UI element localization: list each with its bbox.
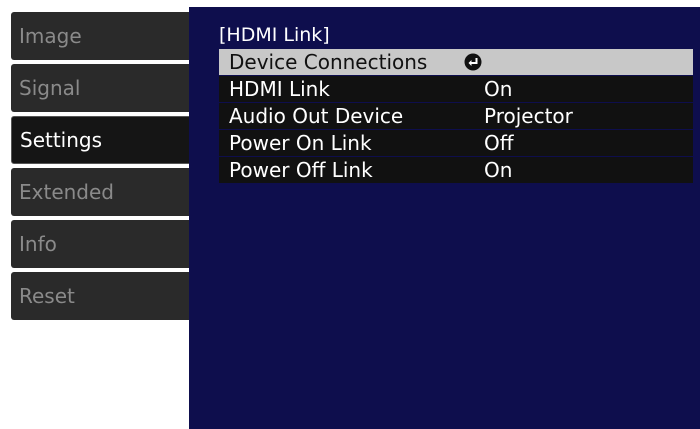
menu-row-value: Projector: [484, 104, 573, 128]
menu-row-label: Power Off Link: [229, 158, 373, 182]
menu-row-value: Off: [484, 131, 514, 155]
menu-row-value: On: [484, 158, 513, 182]
menu-row-label: Audio Out Device: [229, 104, 404, 128]
menu-list: Device Connections HDMI Link On Audio Ou…: [219, 49, 693, 184]
nav-item-extended[interactable]: Extended: [11, 168, 189, 216]
menu-row-device-connections[interactable]: Device Connections: [219, 49, 693, 76]
menu-row-label: Power On Link: [229, 131, 372, 155]
menu-row-label: HDMI Link: [229, 77, 330, 101]
enter-icon: [464, 53, 482, 71]
settings-panel: [HDMI Link] Device Connections HDMI Link…: [189, 7, 700, 429]
menu-row-power-on-link[interactable]: Power On Link Off: [219, 130, 693, 157]
nav-item-signal[interactable]: Signal: [11, 64, 189, 112]
menu-row-hdmi-link[interactable]: HDMI Link On: [219, 76, 693, 103]
nav-item-info[interactable]: Info: [11, 220, 189, 268]
menu-row-value: On: [484, 77, 513, 101]
menu-sidebar: Image Signal Settings Extended Info Rese…: [0, 0, 203, 429]
menu-row-power-off-link[interactable]: Power Off Link On: [219, 157, 693, 184]
nav-item-reset[interactable]: Reset: [11, 272, 189, 320]
nav-item-settings[interactable]: Settings: [11, 116, 203, 164]
menu-row-label: Device Connections: [229, 50, 428, 74]
panel-title: [HDMI Link]: [219, 24, 330, 46]
menu-row-audio-out-device[interactable]: Audio Out Device Projector: [219, 103, 693, 130]
nav-item-image[interactable]: Image: [11, 12, 189, 60]
